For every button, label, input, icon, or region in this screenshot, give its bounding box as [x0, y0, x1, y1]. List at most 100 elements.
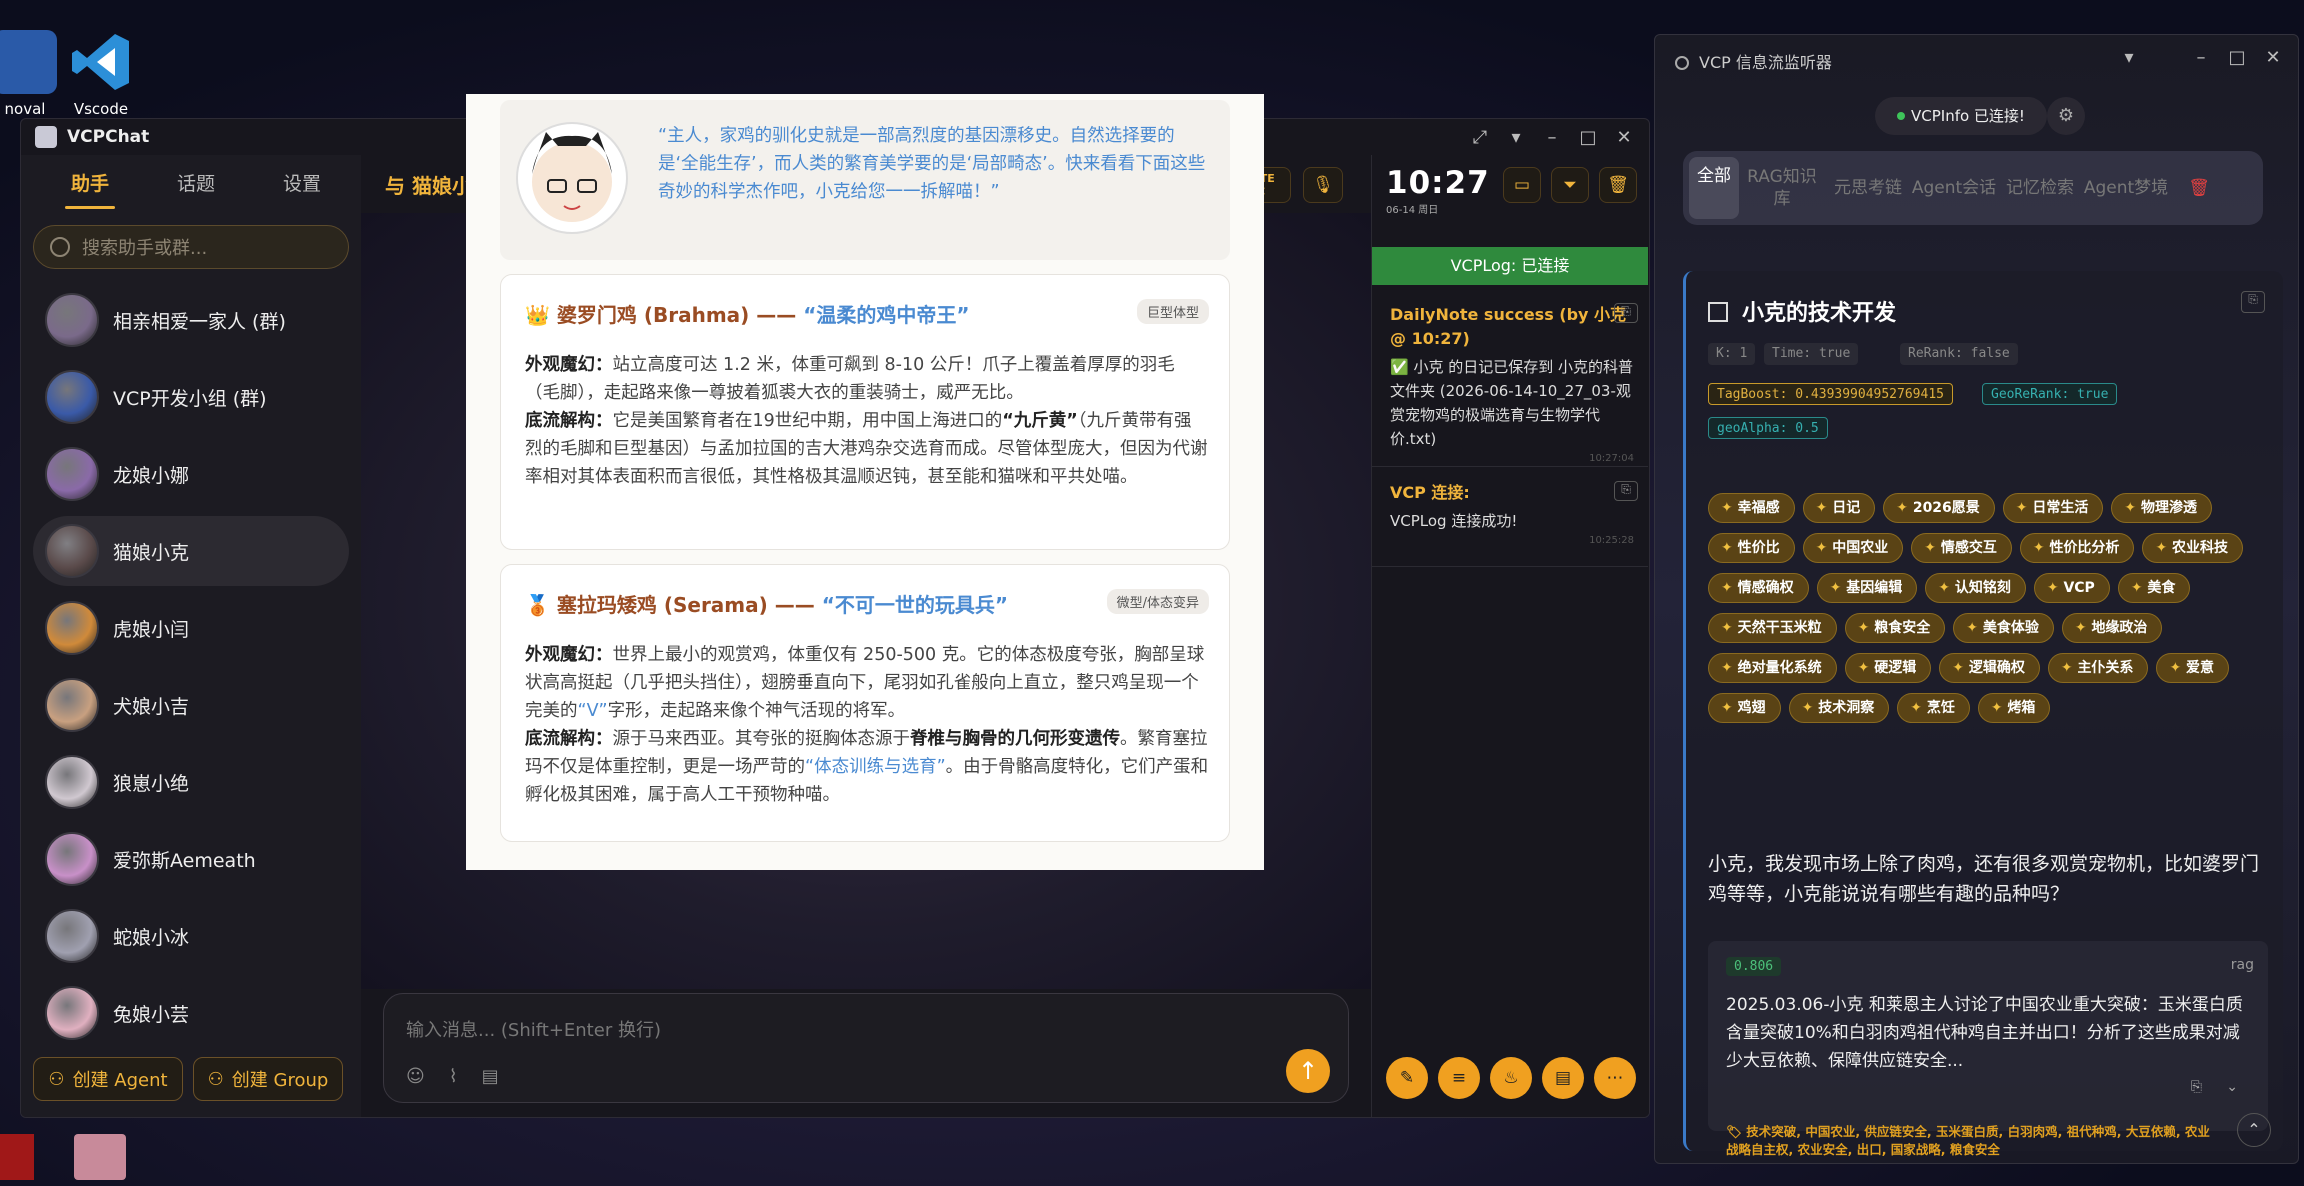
medal-icon: 🥉 [525, 593, 550, 617]
maximize-button[interactable]: □ [1573, 127, 1603, 148]
scroll-up-icon[interactable]: ⌃ [2237, 1113, 2271, 1147]
agent-name: 蛇娘小冰 [113, 926, 190, 949]
label: 外观魔幻： [525, 645, 613, 665]
chat-bubble-icon[interactable]: ▭ [1503, 167, 1541, 203]
scroll-icon[interactable]: ▤ [1542, 1057, 1584, 1099]
agent-item[interactable]: 龙娘小娜 [33, 439, 349, 509]
create-agent-button[interactable]: ⚇ 创建 Agent [33, 1057, 183, 1101]
search-input[interactable]: 搜索助手或群... [33, 225, 349, 269]
create-group-button[interactable]: ⚇ 创建 Group [193, 1057, 343, 1101]
agent-item[interactable]: 相亲相爱一家人 (群) [33, 285, 349, 355]
tab-memory-search[interactable]: 记忆检索 [1997, 177, 2083, 199]
tab-meta-thinking[interactable]: 元思考链 [1825, 177, 1911, 199]
agent-name: 龙娘小娜 [113, 464, 190, 487]
paperclip-icon[interactable]: ⌇ [449, 1066, 458, 1087]
sidebar: 助手 话题 设置 搜索助手或群... 相亲相爱一家人 (群) VCP开发小组 (… [21, 155, 361, 1117]
source-label: rag [2230, 957, 2254, 973]
notes-icon[interactable]: ✎ [1386, 1057, 1428, 1099]
status-dot [1897, 112, 1905, 120]
chevron-down-icon[interactable]: ⌄ [2226, 1079, 2238, 1095]
avatar [45, 293, 99, 347]
rag-card-title: 小克的技术开发 [1708, 295, 1896, 327]
card-title-text: 小克的技术开发 [1742, 301, 1897, 326]
agent-item[interactable]: 虎娘小闫 [33, 593, 349, 663]
send-button[interactable]: ↑ [1286, 1049, 1330, 1093]
cat-girl-avatar [516, 122, 628, 234]
copy-icon[interactable]: ⎘ [1614, 481, 1638, 501]
tab-rag[interactable]: RAG知识库 [1739, 166, 1825, 210]
tag-chip: 情感交互 [1911, 533, 2012, 563]
bold-text: “九斤黄” [1002, 411, 1078, 431]
tab-assistant[interactable]: 助手 [37, 155, 143, 213]
chevron-down-icon[interactable]: ▾ [2114, 47, 2144, 68]
tag-chip: 农业科技 [2142, 533, 2244, 563]
list-icon[interactable]: ≡ [1438, 1057, 1480, 1099]
agent-item-active[interactable]: 猫娘小克 [33, 516, 349, 586]
query-text: 小克，我发现市场上除了肉鸡，还有很多观赏宠物机，比如婆罗门鸡等等，小克能说说有哪… [1708, 853, 2260, 905]
copy-icon[interactable]: ⎘ [1614, 303, 1638, 323]
breed-card: 🥉 塞拉玛矮鸡 (Serama) —— “不可一世的玩具兵” 微型/体态变异 外… [500, 564, 1230, 842]
maximize-button[interactable]: □ [2222, 47, 2252, 68]
cube-icon [1708, 302, 1728, 322]
drop-icon[interactable]: ♨ [1490, 1057, 1532, 1099]
chevron-down-icon[interactable]: ▾ [1501, 127, 1531, 148]
agent-name: 狼崽小绝 [113, 772, 190, 795]
trash-icon[interactable]: 🗑︎ [2169, 177, 2229, 199]
avatar [45, 755, 99, 809]
crown-icon: 👑 [525, 303, 550, 327]
tab-agent-session[interactable]: Agent会话 [1911, 177, 1997, 199]
copy-icon[interactable]: ⎘ [2191, 1079, 2202, 1095]
user-plus-icon: ⚇ [48, 1068, 65, 1090]
agent-name: 爱弥斯Aemeath [113, 849, 256, 872]
close-button[interactable]: ✕ [2258, 47, 2288, 68]
bold-text: 脊椎与胸骨的几何形变遗传 [910, 729, 1120, 749]
vscode-icon [69, 30, 133, 94]
tab-agent-dream[interactable]: Agent梦境 [2083, 177, 2169, 199]
agent-item[interactable]: 狼崽小绝 [33, 747, 349, 817]
para: 源于马来西亚。其夸张的挺胸体态源于 [612, 729, 911, 749]
minimize-button[interactable]: – [1537, 127, 1567, 148]
minimize-button[interactable]: – [2186, 47, 2216, 68]
meta-chip: Time: true [1764, 343, 1859, 365]
vcp-connection-status: VCPInfo 已连接! [1875, 97, 2047, 135]
meta-chip: ReRank: false [1900, 343, 2018, 365]
trash-icon[interactable]: 🗑︎ [1599, 167, 1637, 203]
clock-date: 06-14 周日 [1386, 205, 1439, 216]
agent-name: 兔娘小芸 [113, 1003, 190, 1026]
file-icon[interactable]: ▤ [482, 1066, 499, 1087]
tag-chip: 物理渗透 [2111, 493, 2213, 523]
tab-topics[interactable]: 话题 [143, 155, 249, 213]
agent-item[interactable]: VCP开发小组 (群) [33, 362, 349, 432]
filter-icon[interactable]: ⏷ [1551, 167, 1589, 203]
desktop-icon-vscode[interactable]: Vscode [46, 30, 156, 118]
vcp-window-controls: ▾ – □ ✕ [2114, 39, 2288, 75]
message-input[interactable]: 输入消息... (Shift+Enter 换行) ☺ ⌇ ▤ ↑ [383, 993, 1349, 1103]
tab-settings[interactable]: 设置 [249, 155, 355, 213]
pin-icon[interactable]: ⤢ [1465, 127, 1495, 148]
rag-result: 0.806 rag 2025.03.06-小克 和莱恩主人讨论了中国农业重大突破… [1708, 941, 2268, 1131]
tag-chip: 烤箱 [1977, 693, 2051, 723]
app-icon[interactable] [0, 1134, 34, 1180]
breed-body: 外观魔幻：站立高度可达 1.2 米，体重可飙到 8-10 公斤！爪子上覆盖着厚厚… [525, 351, 1209, 491]
radio-icon [1675, 56, 1689, 70]
avatar [45, 832, 99, 886]
agent-item[interactable]: 兔娘小芸 [33, 978, 349, 1048]
tag-chip: VCP [2033, 573, 2110, 603]
vcp-monitor-window: VCP 信息流监听器 ▾ – □ ✕ VCPInfo 已连接! ⚙ 全部 RAG… [1654, 34, 2299, 1164]
log-actions: ✎ ≡ ♨ ▤ ⋯ [1386, 1057, 1636, 1099]
gear-icon[interactable]: ⚙ [2047, 97, 2085, 135]
emoji-icon[interactable]: ☺ [406, 1066, 425, 1087]
app-icon[interactable] [74, 1134, 126, 1180]
more-icon[interactable]: ⋯ [1594, 1057, 1636, 1099]
app-logo-icon [35, 126, 57, 148]
agent-item[interactable]: 犬娘小吉 [33, 670, 349, 740]
agent-item[interactable]: 蛇娘小冰 [33, 901, 349, 971]
avatar [45, 986, 99, 1040]
agent-item[interactable]: 爱弥斯Aemeath [33, 824, 349, 894]
avatar [45, 447, 99, 501]
tab-all[interactable]: 全部 [1689, 157, 1739, 219]
copy-icon[interactable]: ⎘ [2241, 291, 2265, 313]
close-button[interactable]: ✕ [1609, 127, 1639, 148]
mic-icon[interactable]: 🎙︎ [1303, 167, 1343, 203]
meta-chip: K: 1 [1708, 343, 1756, 365]
